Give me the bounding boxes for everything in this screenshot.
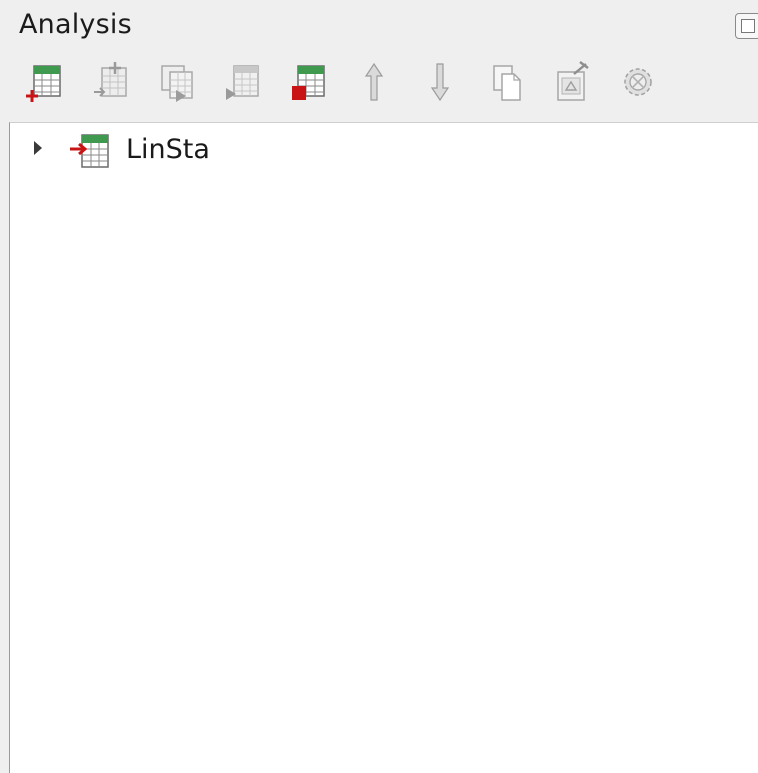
run-analysis-button[interactable] [216, 56, 268, 108]
linear-static-analysis-icon [70, 134, 109, 168]
add-analysis-button[interactable] [18, 56, 70, 108]
remove-analysis-icon [292, 65, 325, 100]
undock-icon[interactable] [735, 13, 758, 39]
expand-arrow-icon[interactable] [34, 141, 42, 155]
add-analysis-icon [26, 65, 61, 102]
remove-analysis-button[interactable] [282, 56, 334, 108]
panel-title: Analysis [19, 9, 132, 40]
run-analysis-icon [226, 65, 259, 100]
analysis-panel: Analysis LinSta [0, 0, 758, 773]
analysis-tree[interactable]: LinSta [9, 122, 758, 773]
import-analysis-button[interactable] [84, 56, 136, 108]
analysis-toolbar [18, 56, 758, 112]
move-down-button[interactable] [414, 56, 466, 108]
import-analysis-icon [94, 62, 127, 97]
settings-icon [624, 68, 652, 96]
properties-icon [557, 61, 589, 101]
duplicate-analysis-icon [161, 65, 193, 102]
properties-button[interactable] [546, 56, 598, 108]
copy-button[interactable] [480, 56, 532, 108]
move-down-icon [430, 63, 450, 102]
tree-item-label: LinSta [126, 134, 210, 165]
settings-button[interactable] [612, 56, 664, 108]
move-up-icon [364, 62, 384, 101]
tree-item-linsta[interactable]: LinSta [10, 133, 750, 171]
panel-title-bar: Analysis [0, 0, 758, 52]
duplicate-analysis-button[interactable] [150, 56, 202, 108]
copy-icon [493, 65, 521, 101]
move-up-button[interactable] [348, 56, 400, 108]
